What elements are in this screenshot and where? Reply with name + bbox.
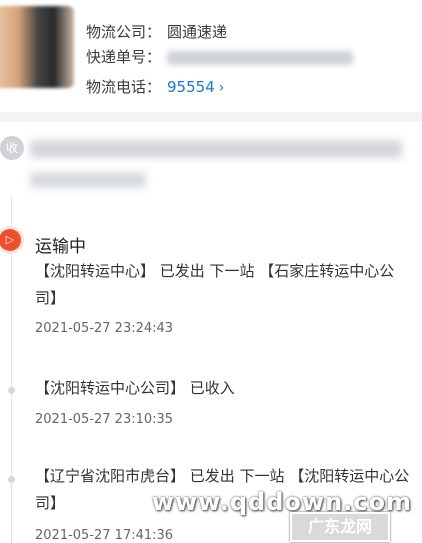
company-row: 物流公司： 圆通速递 xyxy=(86,21,227,42)
chevron-right-icon: › xyxy=(218,80,225,96)
event-time-2: 2021-05-27 23:10:35 xyxy=(35,412,174,427)
receiver-name-redacted xyxy=(30,172,146,188)
company-value: 圆通速递 xyxy=(167,23,228,41)
section-divider xyxy=(0,112,422,122)
timeline-dot xyxy=(8,387,15,394)
logistics-header: 物流公司： 圆通速递 快递单号： 物流电话： 95554 › xyxy=(0,0,422,112)
company-label: 物流公司： xyxy=(86,23,162,41)
tracking-row: 快递单号： xyxy=(86,46,354,67)
phone-value[interactable]: 95554 xyxy=(167,78,215,96)
phone-row[interactable]: 物流电话： 95554 › xyxy=(86,76,224,97)
phone-label: 物流电话： xyxy=(86,78,162,96)
receiver-address-redacted xyxy=(30,140,402,158)
event-time-1: 2021-05-27 23:24:43 xyxy=(35,321,174,336)
watermark-brand: 广东龙网 xyxy=(290,512,390,542)
event-time-3: 2021-05-27 17:41:36 xyxy=(35,528,174,543)
product-thumbnail[interactable] xyxy=(0,6,74,88)
truck-icon: ▷ xyxy=(0,229,21,251)
event-text-1: 【沈阳转运中心】 已发出 下一站 【石家庄转运中心公司】 xyxy=(35,262,395,307)
receiver-badge: 收 xyxy=(0,136,24,160)
tracking-number-redacted xyxy=(167,50,354,65)
event-text-2: 【沈阳转运中心公司】 已收入 xyxy=(35,379,235,397)
timeline-dot xyxy=(8,476,15,483)
status-title: 运输中 xyxy=(35,237,86,257)
tracking-label: 快递单号： xyxy=(86,48,162,66)
